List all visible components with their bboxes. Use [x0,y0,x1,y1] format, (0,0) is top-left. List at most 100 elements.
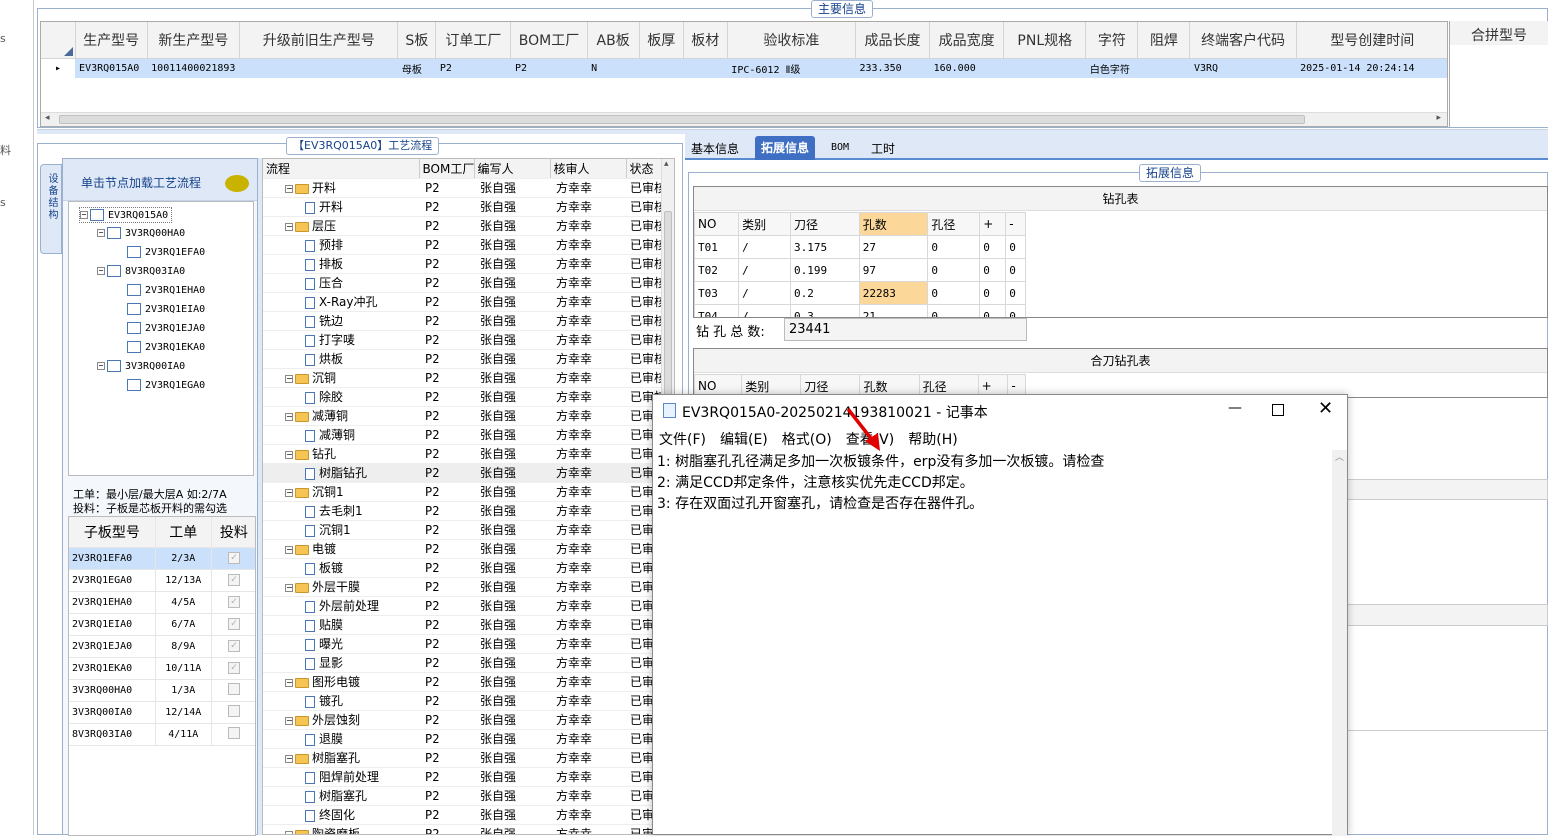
drill-cell[interactable]: 97 [858,258,929,282]
collapse-icon[interactable]: − [285,412,293,421]
notepad-scroll-up-icon[interactable]: ︿ [1335,450,1344,463]
drill-cell[interactable]: T02 [694,258,740,282]
sub-column-header[interactable]: 子板型号 [69,517,156,548]
column-header[interactable]: 板厚 [639,22,684,59]
process-column-header[interactable]: 编写人 [474,159,551,179]
drill-column-header[interactable]: 刀径 [790,212,860,236]
column-header[interactable]: 成品长度 [855,22,931,59]
process-row[interactable]: 树脂钻孔 P2 张自强 方幸幸 已审核 [263,463,663,483]
grid-cell[interactable]: 233.350 [855,58,930,78]
process-row[interactable]: 显影 P2 张自强 方幸幸 已审 [263,653,663,673]
process-column-header[interactable]: 流程 [263,159,420,179]
tree-node[interactable]: 2V3RQ1EGA0 [115,378,205,394]
collapse-icon[interactable]: − [285,374,293,383]
collapse-icon[interactable]: − [285,830,293,834]
drill-row[interactable]: T01/3.175 27 0 0 0 [694,235,1026,259]
column-header[interactable]: 板材 [683,22,728,59]
drill-cell[interactable]: 21 [858,304,929,317]
drill-cell[interactable]: 0 [927,304,981,317]
tree-node[interactable]: 2V3RQ1EIA0 [115,302,205,318]
sub-order[interactable]: 6/7A [155,613,212,636]
expand-icon[interactable]: − [97,267,105,275]
process-column-header[interactable]: BOM工厂 [419,159,475,179]
collapse-icon[interactable]: − [285,488,293,497]
feed-checkbox[interactable]: ✓ [211,569,255,592]
tree-node[interactable]: − EV3RQ015A0 [79,207,173,223]
collapse-icon[interactable]: − [285,583,293,592]
drill-column-header[interactable]: 类别 [738,212,792,236]
column-header[interactable]: 新生产型号 [147,22,241,59]
process-row[interactable]: − 沉铜1 P2 张自强 方幸幸 已审 [263,482,663,502]
drill-column-header[interactable]: 孔径 [927,212,981,236]
process-row[interactable]: 镀孔 P2 张自强 方幸幸 已审 [263,691,663,711]
drill-cell[interactable]: 0 [927,258,981,282]
column-header[interactable]: 字符 [1085,22,1139,59]
grid-cell[interactable]: 白色字符 [1085,58,1138,78]
grid-cell[interactable] [1003,58,1086,78]
process-row[interactable]: 贴膜 P2 张自强 方幸幸 已审 [263,615,663,635]
tree-node[interactable]: − 3V3RQ00IA0 [97,359,185,375]
collapse-icon[interactable]: − [285,716,293,725]
grid-cell[interactable]: V3RQ [1189,58,1297,78]
collapse-icon[interactable]: − [285,754,293,763]
sub-table-row[interactable]: 3V3RQ00HA0 1/3A [69,679,255,702]
notepad-menu-item[interactable]: 帮助(H) [908,432,957,448]
notepad-window[interactable]: EV3RQ015A0-20250214193810021 - 记事本 — ✕ 文… [652,394,1348,836]
drill-cell[interactable]: 0 [1005,258,1026,282]
expand-icon[interactable]: − [97,229,105,237]
sub-board-table[interactable]: 子板型号 工单 投料 2V3RQ1EFA0 2/3A ✓ 2V3RQ1EGA0 12/13A ✓… [68,516,256,836]
process-row[interactable]: 打字唛 P2 张自强 方幸幸 已审核 [263,330,663,350]
process-row[interactable]: 排板 P2 张自强 方幸幸 已审核 [263,254,663,274]
drill-cell[interactable]: 0 [1005,235,1026,259]
process-row[interactable]: 树脂塞孔 P2 张自强 方幸幸 已审 [263,786,663,806]
collapse-icon[interactable]: − [285,222,293,231]
feed-checkbox[interactable] [211,679,255,702]
process-column-header[interactable]: 状态 [626,159,664,179]
process-row[interactable]: 开料 P2 张自强 方幸幸 已审核 [263,197,663,217]
scroll-left-icon[interactable]: ◂ [45,113,50,123]
feed-checkbox[interactable]: ✓ [211,613,255,636]
column-header[interactable]: 验收标准 [727,22,856,59]
grid-cell[interactable]: 2025-01-14 20:24:14 [1296,58,1447,78]
column-header[interactable]: 阻焊 [1137,22,1191,59]
notepad-menu-item[interactable]: 文件(F) [659,432,706,448]
drill-cell[interactable]: 0 [927,281,981,305]
sub-table-row[interactable]: 3V3RQ00IA0 12/14A [69,701,255,724]
drill-cell[interactable]: 0 [1005,281,1026,305]
sub-order[interactable]: 4/11A [155,723,212,746]
drill-cell[interactable]: T04 [694,304,740,317]
drill-cell[interactable]: 0.199 [790,258,860,282]
sub-table-row[interactable]: 2V3RQ1EIA0 6/7A ✓ [69,613,255,636]
grid-cell[interactable] [239,58,398,78]
grid-cell[interactable]: P2 [510,58,588,78]
sub-column-header[interactable]: 工单 [155,517,212,548]
process-row[interactable]: 烘板 P2 张自强 方幸幸 已审核 [263,349,663,369]
notepad-text-area[interactable]: 1: 树脂塞孔孔径满足多加一次板镀条件，erp没有多加一次板镀。请检查 2: 满足… [653,450,1333,836]
scroll-thumb[interactable] [59,115,1305,124]
drill-cell[interactable]: 0.2 [790,281,860,305]
horizontal-scrollbar[interactable]: ◂ ▸ [41,112,1447,126]
drill-cell[interactable]: T03 [694,281,740,305]
sub-table-row[interactable]: 2V3RQ1EGA0 12/13A ✓ [69,569,255,592]
sub-order[interactable]: 4/5A [155,591,212,614]
column-header[interactable]: 生产型号 [75,22,148,59]
column-header[interactable]: BOM工厂 [510,22,588,59]
process-column-header[interactable]: 核审人 [550,159,627,179]
process-row[interactable]: 终固化 P2 张自强 方幸幸 已审 [263,805,663,825]
close-icon[interactable]: ✕ [1318,398,1333,419]
sub-table-row[interactable]: 2V3RQ1EKA0 10/11A ✓ [69,657,255,680]
minimize-icon[interactable]: — [1228,400,1242,416]
grid-cell[interactable]: P2 [435,58,511,78]
collapse-icon[interactable]: − [285,678,293,687]
drill-column-header[interactable]: + [979,212,1007,236]
feed-checkbox[interactable]: ✓ [211,591,255,614]
column-header[interactable]: PNL规格 [1003,22,1087,59]
grid-cell[interactable] [639,58,684,78]
process-row[interactable]: 除胶 P2 张自强 方幸幸 已审核 [263,387,663,407]
maximize-icon[interactable] [1272,404,1284,416]
process-row[interactable]: − 层压 P2 张自强 方幸幸 已审核 [263,216,663,236]
scroll-up-icon[interactable]: ▴ [664,159,669,169]
column-header[interactable]: 订单工厂 [435,22,512,59]
tree-node[interactable]: 2V3RQ1EFA0 [115,245,205,261]
sub-table-row[interactable]: 2V3RQ1EFA0 2/3A ✓ [69,547,255,570]
